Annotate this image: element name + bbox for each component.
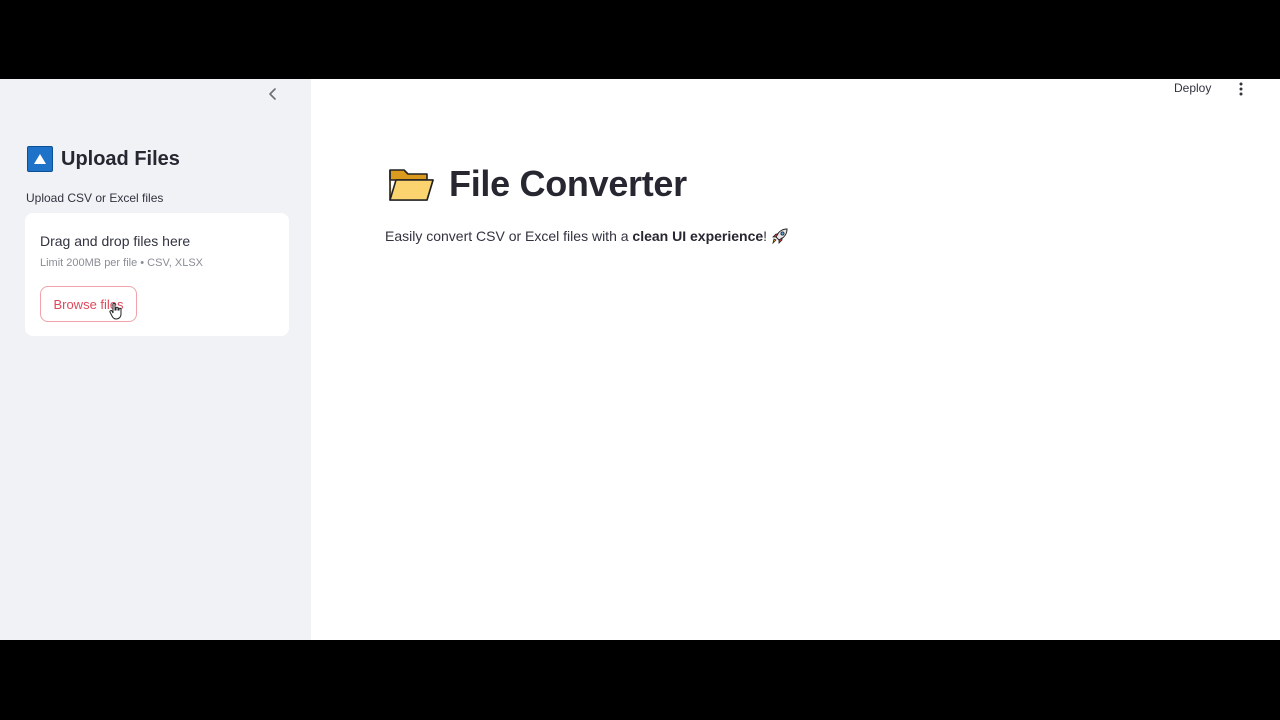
rocket-icon: [772, 228, 788, 245]
main-menu-button[interactable]: [1233, 81, 1249, 97]
subtitle-suffix: !: [763, 228, 768, 244]
page-header: File Converter: [387, 163, 687, 205]
page-subtitle: Easily convert CSV or Excel files with a…: [385, 226, 790, 246]
letterbox-top: [0, 0, 1280, 79]
subtitle-text: Easily convert CSV or Excel files with a: [385, 228, 633, 244]
kebab-menu-icon: [1239, 82, 1243, 96]
dropzone-limit: Limit 200MB per file • CSV, XLSX: [40, 257, 204, 269]
chevron-left-icon: [269, 88, 276, 100]
file-dropzone[interactable]: Drag and drop files here Limit 200MB per…: [25, 213, 289, 336]
subtitle-emphasis: clean UI experience: [632, 228, 764, 244]
hand-cursor-icon: [109, 302, 122, 320]
dropzone-title: Drag and drop files here: [40, 233, 191, 249]
app-window: Upload Files Upload CSV or Excel files D…: [0, 79, 1280, 640]
open-folder-icon: [389, 169, 434, 201]
letterbox-bottom: [0, 640, 1280, 720]
deploy-button[interactable]: Deploy: [1170, 79, 1215, 97]
page-title: File Converter: [449, 163, 687, 204]
up-arrow-box-icon: [27, 146, 53, 172]
sidebar-header: Upload Files: [27, 146, 180, 172]
sidebar-title: Upload Files: [61, 147, 180, 170]
collapse-sidebar-button[interactable]: [262, 83, 284, 105]
upload-label: Upload CSV or Excel files: [26, 191, 164, 205]
sidebar: Upload Files Upload CSV or Excel files D…: [0, 79, 311, 640]
